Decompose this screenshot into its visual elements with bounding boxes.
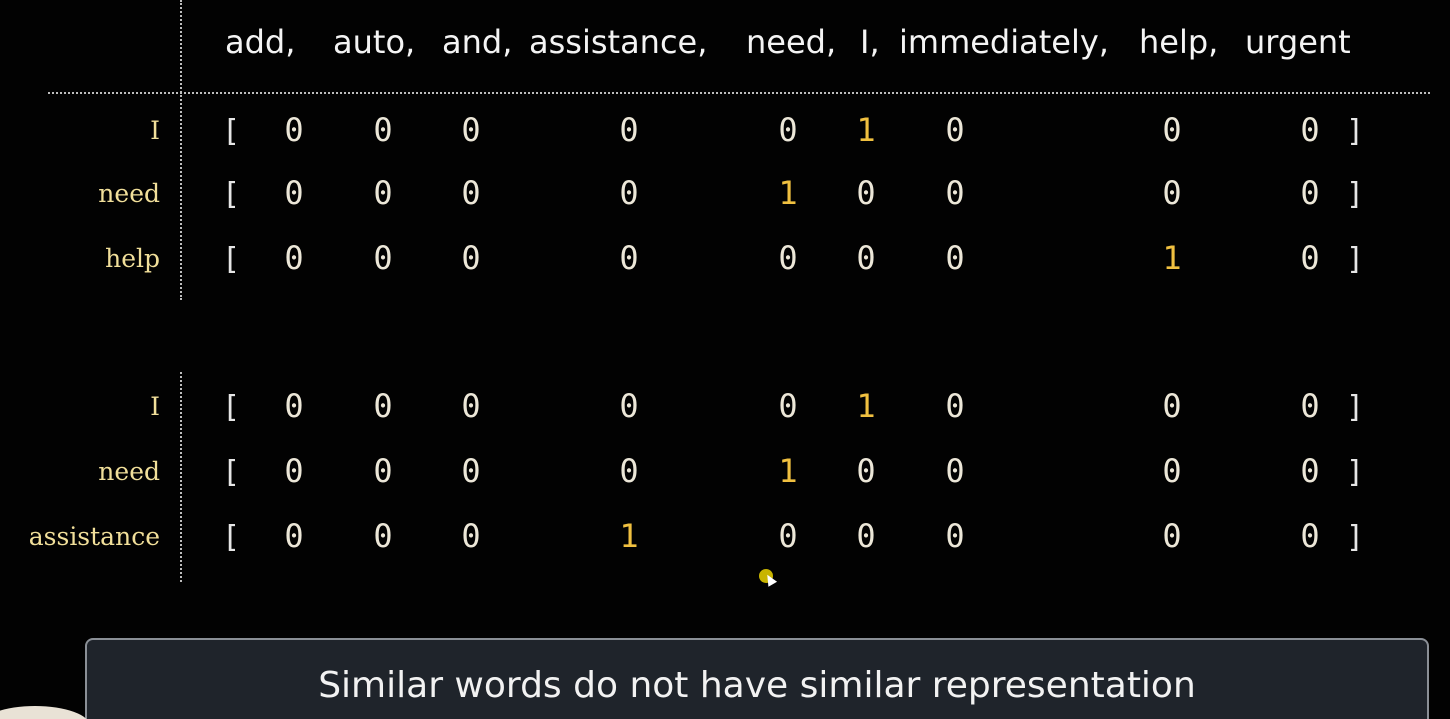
vector-cell: 0 (373, 452, 393, 490)
vector-cell: 1 (856, 111, 876, 149)
open-bracket: [ (221, 390, 241, 425)
vector-cell: 0 (856, 517, 876, 555)
vocab-word: add, (225, 23, 296, 61)
slide: add, auto, and, assistance, need, I, immediate… (0, 0, 1450, 719)
caption-text: Similar words do not have similar repres… (318, 665, 1196, 706)
open-bracket: [ (221, 455, 241, 490)
label-divider-bottom (180, 372, 182, 582)
open-bracket: [ (221, 520, 241, 555)
row-label: help (105, 244, 160, 273)
vector-cell: 0 (461, 111, 481, 149)
vocab-word: help, (1139, 23, 1219, 61)
vector-cell: 0 (373, 111, 393, 149)
header-divider (48, 92, 1430, 94)
vector-cell: 0 (284, 452, 304, 490)
vector-cell: 0 (284, 174, 304, 212)
close-bracket: ] (1345, 520, 1365, 555)
vector-cell: 0 (778, 517, 798, 555)
vector-cell: 0 (619, 111, 639, 149)
vector-cell: 0 (1300, 239, 1320, 277)
close-bracket: ] (1345, 455, 1365, 490)
vector-cell: 0 (778, 239, 798, 277)
vector-cell: 0 (619, 387, 639, 425)
vector-cell: 0 (856, 452, 876, 490)
vector-cell: 0 (856, 174, 876, 212)
vector-cell: 0 (778, 387, 798, 425)
vector-cell: 0 (945, 111, 965, 149)
vocab-word: need, (746, 23, 837, 61)
vector-cell: 0 (778, 111, 798, 149)
row-label: need (98, 457, 160, 486)
vector-cell: 0 (856, 239, 876, 277)
vector-cell: 0 (1300, 452, 1320, 490)
row-label: I (150, 116, 160, 145)
close-bracket: ] (1345, 177, 1365, 212)
vector-cell: 0 (1162, 111, 1182, 149)
vector-cell: 0 (619, 452, 639, 490)
vector-cell: 0 (945, 174, 965, 212)
vocab-word: I, (860, 23, 880, 61)
vector-cell: 0 (1300, 517, 1320, 555)
vector-cell: 0 (461, 387, 481, 425)
vector-cell: 0 (1300, 111, 1320, 149)
vector-cell: 0 (284, 111, 304, 149)
vector-cell: 0 (619, 174, 639, 212)
vector-cell: 0 (1162, 517, 1182, 555)
vocab-word: assistance, (529, 23, 708, 61)
vector-cell: 0 (461, 452, 481, 490)
vector-cell: 0 (945, 452, 965, 490)
vector-cell: 1 (856, 387, 876, 425)
vector-cell: 0 (373, 174, 393, 212)
close-bracket: ] (1345, 114, 1365, 149)
vector-cell: 0 (284, 517, 304, 555)
vocab-word: urgent (1245, 23, 1351, 61)
vector-cell: 0 (284, 387, 304, 425)
vector-cell: 0 (619, 239, 639, 277)
vector-cell: 0 (1300, 387, 1320, 425)
close-bracket: ] (1345, 242, 1365, 277)
vector-cell: 0 (945, 239, 965, 277)
caption-box: Similar words do not have similar repres… (85, 638, 1429, 719)
row-label: assistance (28, 522, 160, 551)
vector-cell: 0 (1162, 174, 1182, 212)
open-bracket: [ (221, 177, 241, 212)
vector-cell: 0 (1162, 387, 1182, 425)
vector-cell: 0 (461, 517, 481, 555)
row-label: need (98, 179, 160, 208)
vector-cell: 0 (945, 517, 965, 555)
open-bracket: [ (221, 242, 241, 277)
vector-cell: 0 (1300, 174, 1320, 212)
vector-cell: 0 (945, 387, 965, 425)
vector-cell: 0 (461, 174, 481, 212)
vector-cell: 0 (461, 239, 481, 277)
vector-cell: 0 (373, 517, 393, 555)
vector-cell: 0 (1162, 452, 1182, 490)
vector-cell: 1 (619, 517, 639, 555)
vector-cell: 0 (373, 387, 393, 425)
close-bracket: ] (1345, 390, 1365, 425)
vector-cell: 0 (284, 239, 304, 277)
vocab-word: immediately, (899, 23, 1109, 61)
vocab-word: and, (442, 23, 513, 61)
presenter-overlay (0, 706, 90, 719)
vector-cell: 1 (1162, 239, 1182, 277)
label-divider-top (180, 0, 182, 300)
vector-cell: 1 (778, 452, 798, 490)
vocab-word: auto, (333, 23, 416, 61)
open-bracket: [ (221, 114, 241, 149)
vector-cell: 1 (778, 174, 798, 212)
row-label: I (150, 392, 160, 421)
vector-cell: 0 (373, 239, 393, 277)
